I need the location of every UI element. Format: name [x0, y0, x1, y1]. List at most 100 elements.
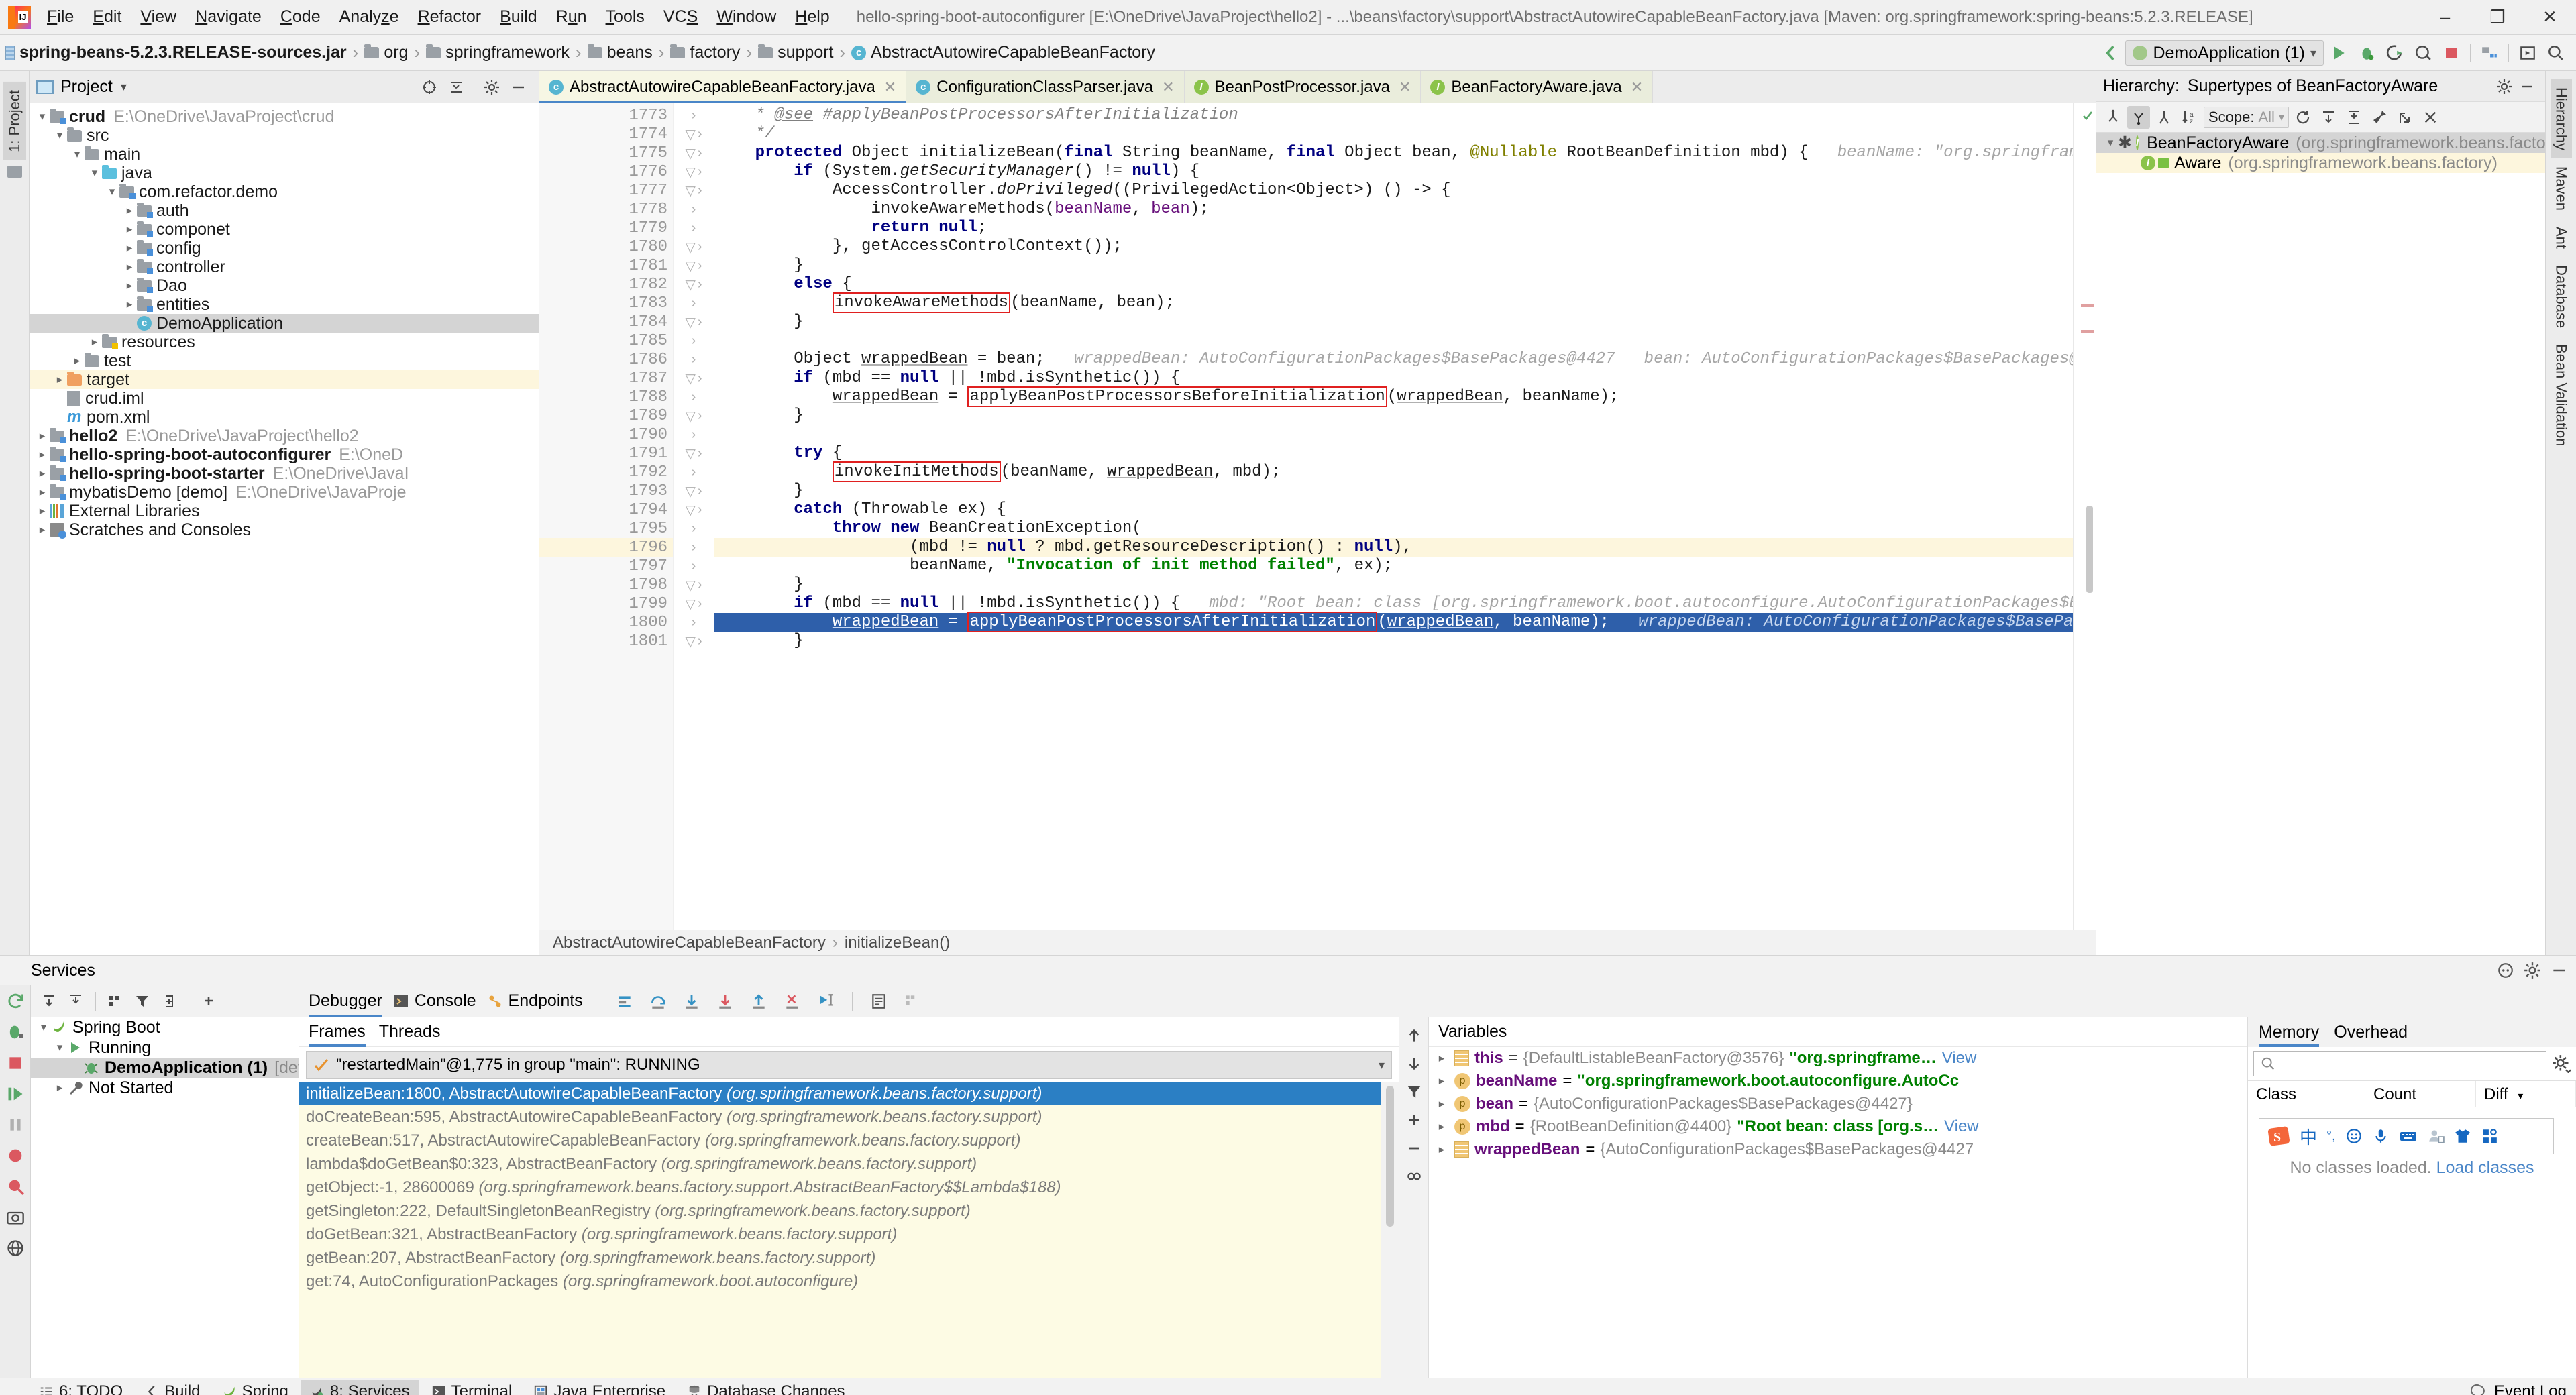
- code-line[interactable]: invokeAwareMethods(beanName, bean);: [714, 200, 2073, 219]
- force-step-into-icon[interactable]: [714, 990, 737, 1013]
- scroll-from-source-icon[interactable]: [416, 74, 443, 101]
- line-number[interactable]: 1781: [539, 256, 673, 275]
- show-execution-point-icon[interactable]: [613, 990, 636, 1013]
- project-tree-item[interactable]: ▸ mybatisDemo [demo] E:\OneDrive\JavaProje: [30, 483, 539, 502]
- step-into-icon[interactable]: [680, 990, 703, 1013]
- line-number[interactable]: 1783: [539, 294, 673, 313]
- expand-all-icon[interactable]: [2317, 106, 2340, 129]
- profile-button[interactable]: [2410, 40, 2436, 66]
- fold-marker[interactable]: ›: [674, 463, 714, 482]
- menu-navigate[interactable]: Navigate: [186, 3, 271, 31]
- watches-icon[interactable]: [1405, 1168, 1423, 1185]
- line-number[interactable]: 1792: [539, 463, 673, 482]
- pause-program-icon[interactable]: [5, 1114, 26, 1135]
- project-tree-item[interactable]: ▸ entities: [30, 295, 539, 314]
- code-line[interactable]: * @see #applyBeanPostProcessorsAfterInit…: [714, 106, 2073, 125]
- line-number[interactable]: 1798: [539, 575, 673, 594]
- project-tree-item[interactable]: ▾ src: [30, 126, 539, 145]
- line-number[interactable]: 1785: [539, 331, 673, 350]
- hierarchy-tree[interactable]: ▾ ✱ I BeanFactoryAware (org.springframework.…: [2096, 133, 2565, 173]
- tab-frames[interactable]: Frames: [309, 1017, 366, 1047]
- fold-minus-icon[interactable]: ▽: [685, 164, 695, 180]
- ime-microphone-icon[interactable]: [2372, 1127, 2390, 1145]
- editor-tab[interactable]: I BeanPostProcessor.java ✕: [1184, 71, 1421, 103]
- step-over-icon[interactable]: [647, 990, 669, 1013]
- fold-marker[interactable]: ▽ ›: [674, 500, 714, 519]
- ime-toolbar[interactable]: S 中 °,: [2259, 1118, 2554, 1154]
- fold-marker[interactable]: ▽ ›: [674, 162, 714, 181]
- view-breakpoints-icon[interactable]: [5, 1176, 26, 1197]
- project-tree-item[interactable]: ▸ External Libraries: [30, 502, 539, 520]
- frame-row[interactable]: lambda$doGetBean$0:323, AbstractBeanFact…: [299, 1152, 1381, 1176]
- collapse-all-icon[interactable]: [443, 74, 470, 101]
- project-tree-item[interactable]: ▾ main: [30, 145, 539, 164]
- ime-person-icon[interactable]: [2427, 1127, 2445, 1145]
- breadcrumb-springframework[interactable]: springframework: [408, 42, 570, 63]
- code-line[interactable]: }: [714, 482, 2073, 500]
- stop-icon[interactable]: [5, 1052, 26, 1074]
- close-icon[interactable]: ✕: [1631, 78, 1643, 96]
- sidebar-tab-ant[interactable]: Ant: [2551, 219, 2572, 257]
- chevron-right-icon[interactable]: ▸: [122, 241, 137, 255]
- fold-marker[interactable]: ›: [674, 613, 714, 632]
- menu-window[interactable]: Window: [707, 3, 786, 31]
- fold-minus-icon[interactable]: ▽: [685, 502, 695, 518]
- evaluate-expression-icon[interactable]: [867, 990, 890, 1013]
- maximize-button[interactable]: ❐: [2471, 0, 2524, 35]
- menu-edit[interactable]: Edit: [83, 3, 131, 31]
- line-number[interactable]: 1796: [539, 538, 673, 557]
- chevron-right-icon[interactable]: ▸: [35, 504, 50, 518]
- pin-tab-icon[interactable]: [2368, 106, 2391, 129]
- menu-code[interactable]: Code: [271, 3, 330, 31]
- fold-marker[interactable]: ▽ ›: [674, 575, 714, 594]
- fold-minus-icon[interactable]: ▽: [685, 258, 695, 274]
- gear-icon[interactable]: [2493, 75, 2516, 98]
- run-button[interactable]: [2325, 40, 2352, 66]
- ime-keyboard-icon[interactable]: [2399, 1127, 2418, 1145]
- collapse-all-icon[interactable]: [2343, 106, 2365, 129]
- project-tree-item[interactable]: crud.iml: [30, 389, 539, 408]
- project-tree-item[interactable]: ▸ auth: [30, 201, 539, 220]
- menu-tools[interactable]: Tools: [596, 3, 654, 31]
- code-line[interactable]: if (mbd == null || !mbd.isSynthetic()) {…: [714, 594, 2073, 613]
- fold-marker[interactable]: ›: [674, 331, 714, 350]
- breadcrumb-method-name[interactable]: initializeBean(): [845, 934, 950, 952]
- fold-marker[interactable]: ›: [674, 557, 714, 575]
- line-number[interactable]: 1782: [539, 275, 673, 294]
- line-number[interactable]: 1799: [539, 594, 673, 613]
- services-tree[interactable]: ▾ Spring Boot ▾ RunningDemoApplication (1)[…: [31, 1017, 346, 1098]
- frames-scroll-col[interactable]: [1381, 1082, 1399, 1378]
- chevron-right-icon[interactable]: ▸: [122, 260, 137, 274]
- hide-panel-icon[interactable]: [505, 74, 532, 101]
- code-line[interactable]: (mbd != null ? mbd.getResourceDescriptio…: [714, 538, 2073, 557]
- variable-row[interactable]: ▸ p bean = {AutoConfigurationPackages$BasePa…: [1429, 1093, 2247, 1115]
- chevron-right-icon[interactable]: ▸: [1434, 1052, 1449, 1065]
- chevron-down-icon[interactable]: ▾: [87, 166, 102, 180]
- line-number[interactable]: 1778: [539, 200, 673, 219]
- run-anything-icon[interactable]: [2514, 40, 2541, 66]
- code-line[interactable]: catch (Throwable ex) {: [714, 500, 2073, 519]
- menu-analyze[interactable]: Analyze: [330, 3, 409, 31]
- gear-icon[interactable]: [2524, 962, 2541, 979]
- line-number[interactable]: 1784: [539, 313, 673, 331]
- project-tree-item[interactable]: c DemoApplication: [30, 314, 539, 333]
- fold-minus-icon[interactable]: ▽: [685, 370, 695, 387]
- line-number[interactable]: 1775: [539, 144, 673, 162]
- close-icon[interactable]: ✕: [1399, 78, 1411, 96]
- chevron-right-icon[interactable]: ▸: [35, 467, 50, 480]
- project-tree-item[interactable]: ▸ hello-spring-boot-autoconfigurer E:\OneD: [30, 445, 539, 464]
- sidebar-tab-maven[interactable]: Maven: [2551, 158, 2572, 219]
- sort-alphabetically-icon[interactable]: az: [2178, 106, 2201, 129]
- project-structure-icon[interactable]: [2476, 40, 2503, 66]
- code-line[interactable]: }: [714, 406, 2073, 425]
- line-number[interactable]: 1797: [539, 557, 673, 575]
- chevron-right-icon[interactable]: ▸: [1434, 1143, 1449, 1156]
- fold-marker[interactable]: ▽ ›: [674, 406, 714, 425]
- toolbutton-todo[interactable]: 6: TODO: [30, 1380, 132, 1395]
- ime-emoji-icon[interactable]: [2345, 1127, 2363, 1145]
- line-number[interactable]: 1789: [539, 406, 673, 425]
- menu-refactor[interactable]: Refactor: [409, 3, 491, 31]
- fold-marker[interactable]: ›: [674, 388, 714, 406]
- frames-list[interactable]: initializeBean:1800, AbstractAutowireCap…: [299, 1082, 1381, 1378]
- rerun-icon[interactable]: [5, 991, 26, 1012]
